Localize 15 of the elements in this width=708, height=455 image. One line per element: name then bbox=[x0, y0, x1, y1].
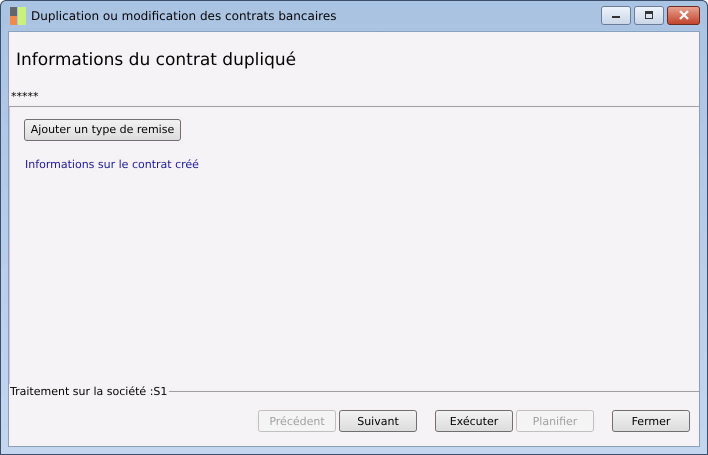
minimize-button[interactable] bbox=[601, 6, 631, 24]
close-icon bbox=[678, 10, 690, 20]
contract-info-link[interactable]: Informations sur le contrat créé bbox=[25, 158, 199, 170]
dialog-button[interactable]: Fermer bbox=[612, 410, 690, 432]
dialog-button[interactable]: Exécuter bbox=[435, 410, 513, 432]
window-title: Duplication ou modification des contrats bancaires bbox=[31, 9, 336, 23]
subtitle-text: ***** bbox=[9, 80, 699, 107]
page-heading: Informations du contrat dupliqué bbox=[15, 49, 298, 72]
dialog-button[interactable]: Suivant bbox=[339, 410, 417, 432]
close-button[interactable] bbox=[667, 6, 700, 24]
maximize-icon bbox=[644, 11, 654, 19]
app-icon bbox=[10, 7, 26, 25]
company-status-text: Traitement sur la société :S1 bbox=[10, 384, 168, 398]
maximize-button[interactable] bbox=[634, 6, 664, 24]
add-remise-type-button[interactable]: Ajouter un type de remise bbox=[24, 118, 181, 140]
